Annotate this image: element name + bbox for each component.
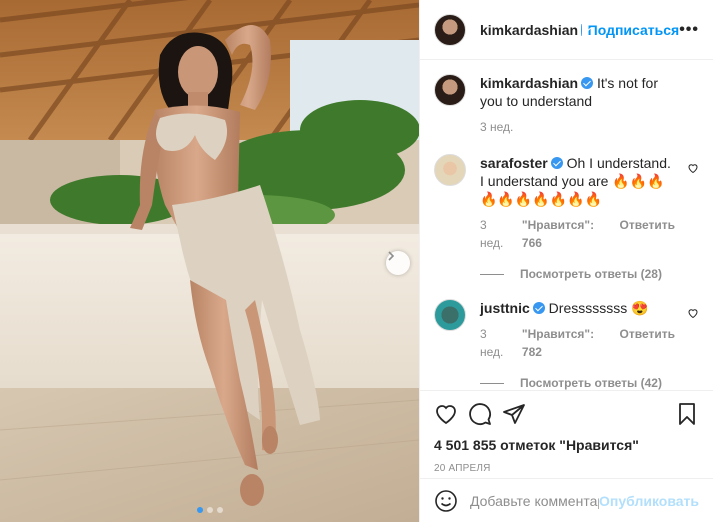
reply-button[interactable]: Ответить <box>620 216 675 252</box>
comment-input[interactable] <box>470 492 600 509</box>
comment-username[interactable]: sarafoster <box>480 155 548 171</box>
verified-icon <box>550 157 563 169</box>
comment-text: Dressssssss 😍 <box>548 300 649 316</box>
divider <box>480 382 504 384</box>
comment-username[interactable]: justtnic <box>480 300 530 316</box>
commenter-avatar[interactable] <box>434 154 466 186</box>
caption-time[interactable]: 3 нед. <box>480 118 513 136</box>
post-actions: 4 501 855 отметок "Нравится" 20 АПРЕЛЯ <box>420 390 713 474</box>
heart-icon[interactable] <box>434 402 458 426</box>
emoji-icon[interactable] <box>434 489 458 513</box>
carousel-dot <box>216 507 223 513</box>
comment-icon[interactable] <box>468 402 492 426</box>
commenter-avatar[interactable] <box>434 299 466 331</box>
comment-item: justtnic Dressssssss 😍 3 нед. "Нравится"… <box>434 299 699 361</box>
share-icon[interactable] <box>502 402 526 426</box>
reply-button[interactable]: Ответить <box>620 325 675 361</box>
comment-time[interactable]: 3 нед. <box>480 325 510 361</box>
verified-icon <box>581 23 582 36</box>
view-replies-button[interactable]: Посмотреть ответы (28) <box>480 267 699 281</box>
verified-icon <box>532 302 545 314</box>
heart-icon[interactable] <box>687 162 699 174</box>
view-replies-button[interactable]: Посмотреть ответы (42) <box>480 376 699 390</box>
photo-illustration <box>0 0 419 522</box>
divider <box>480 273 504 275</box>
post-date[interactable]: 20 АПРЕЛЯ <box>434 463 699 474</box>
view-replies-label: Посмотреть ответы (42) <box>520 376 662 390</box>
comment-time[interactable]: 3 нед. <box>480 216 510 252</box>
add-comment-bar: Опубликовать <box>420 478 713 522</box>
carousel-next-button[interactable] <box>386 251 410 275</box>
author-avatar[interactable] <box>434 74 466 106</box>
more-icon[interactable]: ••• <box>679 21 699 39</box>
likes-count[interactable]: 4 501 855 отметок "Нравится" <box>434 437 699 453</box>
comment-item: sarafoster Oh I understand. I understand… <box>434 154 699 252</box>
post-photo[interactable] <box>0 0 419 522</box>
bookmark-icon[interactable] <box>675 402 699 426</box>
comments-list[interactable]: kimkardashian It's not for you to unders… <box>420 60 713 390</box>
verified-icon <box>581 77 594 89</box>
heart-icon[interactable] <box>687 307 699 319</box>
comment-likes[interactable]: "Нравится": 782 <box>522 325 608 361</box>
carousel-dot <box>196 507 203 513</box>
publish-button[interactable]: Опубликовать <box>599 493 699 509</box>
carousel-dot <box>206 507 213 513</box>
caption-username[interactable]: kimkardashian <box>480 75 578 91</box>
subscribe-button[interactable]: Подписаться <box>588 22 680 38</box>
post-header: kimkardashian Подписаться ••• <box>420 0 713 60</box>
chevron-right-icon <box>388 251 395 261</box>
comment-likes[interactable]: "Нравится": 766 <box>522 216 608 252</box>
caption: kimkardashian It's not for you to unders… <box>434 74 699 136</box>
post-side-panel: kimkardashian Подписаться ••• kimkardash… <box>419 0 713 522</box>
carousel-indicator <box>0 507 419 513</box>
author-avatar[interactable] <box>434 13 466 46</box>
author-username[interactable]: kimkardashian <box>480 22 578 38</box>
view-replies-label: Посмотреть ответы (28) <box>520 267 662 281</box>
